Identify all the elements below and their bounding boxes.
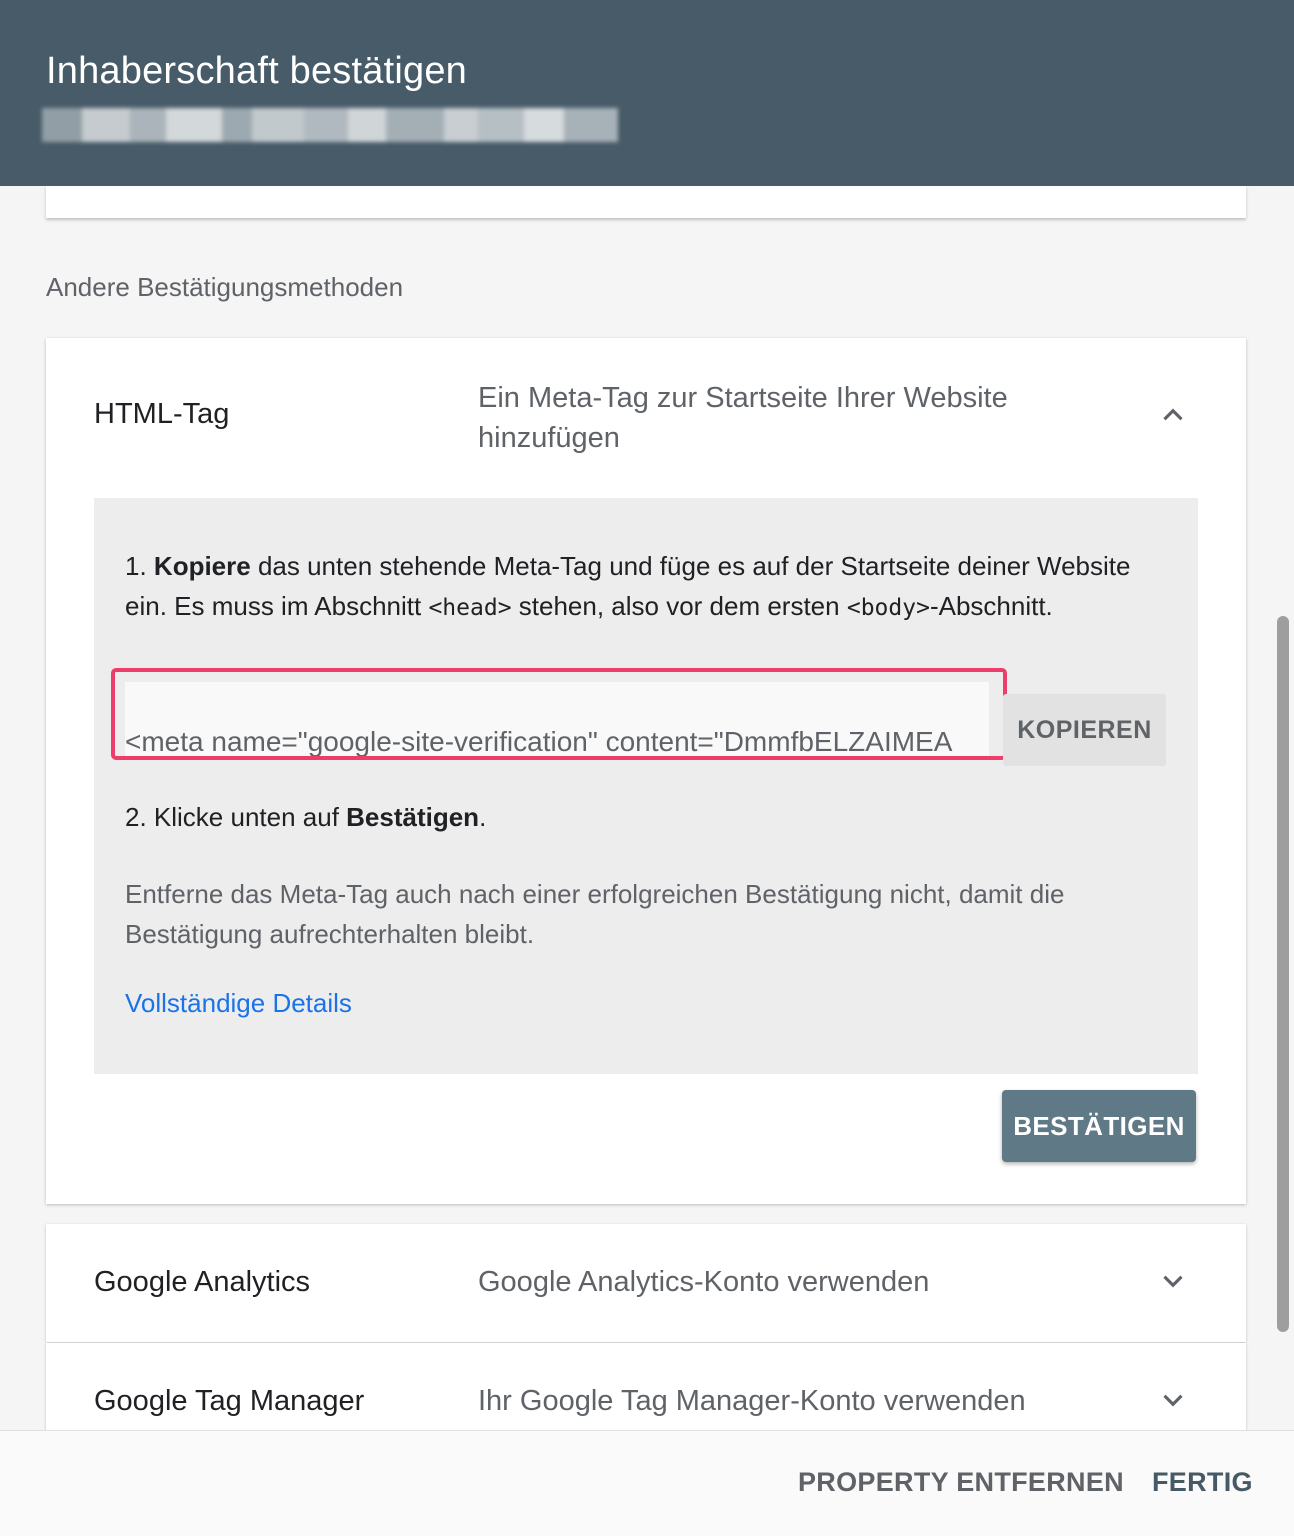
- method-card-google-tag-manager[interactable]: Google Tag Manager Ihr Google Tag Manage…: [46, 1343, 1246, 1430]
- recommended-method-card: [46, 186, 1246, 218]
- method-card-google-analytics[interactable]: Google Analytics Google Analytics-Konto …: [46, 1224, 1246, 1342]
- method-name: HTML-Tag: [94, 398, 230, 430]
- chevron-up-icon[interactable]: [1156, 398, 1190, 432]
- instructions-panel: 1. Kopiere das unten stehende Meta-Tag u…: [94, 498, 1198, 1074]
- confirm-button[interactable]: BESTÄTIGEN: [1002, 1090, 1196, 1162]
- section-label: Andere Bestätigungsmethoden: [46, 272, 404, 302]
- step-2-text: 2. Klicke unten auf Bestätigen.: [125, 802, 487, 832]
- dialog-content: Andere Bestätigungsmethoden HTML-Tag Ein…: [0, 186, 1294, 1430]
- redacted-subtitle: [42, 108, 618, 142]
- chevron-down-icon[interactable]: [1156, 1264, 1190, 1298]
- chevron-down-icon[interactable]: [1156, 1383, 1190, 1417]
- done-button[interactable]: FERTIG: [1152, 1467, 1253, 1498]
- method-name: Google Analytics: [94, 1266, 311, 1298]
- keep-tag-note: Entferne das Meta-Tag auch nach einer er…: [125, 879, 1065, 949]
- method-description: Ein Meta-Tag zur Startseite Ihrer Websit…: [478, 382, 1008, 454]
- full-details-link[interactable]: Vollständige Details: [125, 988, 352, 1019]
- method-name: Google Tag Manager: [94, 1385, 365, 1417]
- scrollbar-thumb[interactable]: [1277, 616, 1289, 1332]
- method-description: Google Analytics-Konto verwenden: [478, 1266, 930, 1298]
- dialog-header: Inhaberschaft bestätigen: [0, 0, 1294, 186]
- method-card-html-tag: HTML-Tag Ein Meta-Tag zur Startseite Ihr…: [46, 338, 1246, 1204]
- highlight-box: [111, 668, 1007, 760]
- dialog-footer: PROPERTY ENTFERNEN FERTIG: [0, 1430, 1294, 1536]
- method-description: Ihr Google Tag Manager-Konto verwenden: [478, 1385, 1026, 1417]
- dialog-title: Inhaberschaft bestätigen: [46, 50, 467, 92]
- step-1-text: 1. Kopiere das unten stehende Meta-Tag u…: [125, 551, 1131, 621]
- remove-property-button[interactable]: PROPERTY ENTFERNEN: [798, 1467, 1124, 1498]
- copy-button[interactable]: KOPIEREN: [1003, 694, 1166, 766]
